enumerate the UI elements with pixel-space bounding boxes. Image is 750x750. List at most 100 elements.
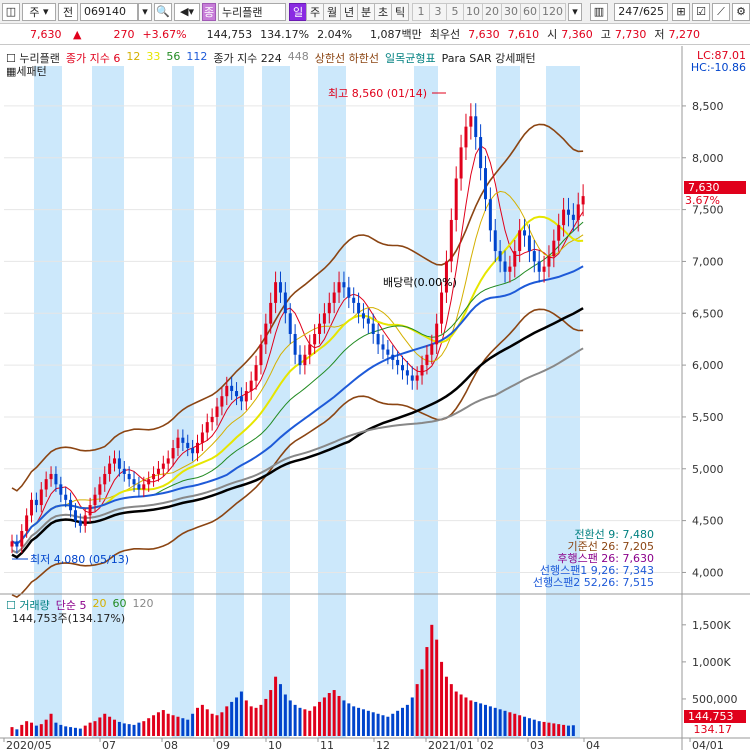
interval-5[interactable]: 5 bbox=[446, 2, 464, 21]
candle-body bbox=[34, 499, 38, 506]
candle-body bbox=[523, 230, 527, 236]
tab-month[interactable]: 월 bbox=[323, 2, 341, 21]
interval-10[interactable]: 10 bbox=[463, 2, 483, 21]
layout-icon[interactable]: ◫ bbox=[2, 2, 20, 21]
legend-para-sar[interactable]: Para SAR 강세패턴 bbox=[442, 50, 536, 66]
volume-bar bbox=[264, 698, 268, 736]
market-select[interactable]: 주 ▾ bbox=[22, 2, 56, 21]
calendar-icon[interactable]: ▦ bbox=[6, 65, 16, 78]
interval-3[interactable]: 3 bbox=[429, 2, 447, 21]
volume-bar bbox=[235, 697, 239, 736]
interval-60[interactable]: 60 bbox=[520, 2, 540, 21]
volume-bar bbox=[88, 722, 92, 736]
volume-bar bbox=[542, 721, 546, 736]
mode-select[interactable]: 전 bbox=[58, 2, 78, 21]
volume-current: 144,753주(134.17%) bbox=[12, 612, 126, 625]
legend-ma-label[interactable]: 종가 지수 6 bbox=[66, 50, 120, 66]
volume-bar bbox=[39, 724, 43, 736]
candle-body bbox=[39, 489, 43, 506]
check-icon[interactable]: ☑ bbox=[692, 2, 710, 21]
legend-ma12[interactable]: 12 bbox=[126, 50, 140, 66]
candle-body bbox=[186, 442, 190, 449]
tab-minute[interactable]: 분 bbox=[357, 2, 375, 21]
volume-bar bbox=[205, 709, 209, 736]
candle-body bbox=[54, 473, 58, 485]
page-total: /625 bbox=[639, 5, 664, 18]
candle-body bbox=[220, 396, 224, 407]
legend-ma56[interactable]: 56 bbox=[166, 50, 180, 66]
tab-year[interactable]: 년 bbox=[340, 2, 358, 21]
candle-body bbox=[98, 484, 102, 495]
volume-tick-label: 1,500K bbox=[692, 619, 731, 632]
volume-bar bbox=[239, 691, 243, 736]
candle-body bbox=[152, 473, 156, 480]
search-icon[interactable]: 🔍 bbox=[154, 2, 172, 21]
interval-dropdown-icon[interactable]: ▾ bbox=[568, 2, 582, 21]
volume-bar bbox=[381, 715, 385, 736]
volume-bar bbox=[537, 721, 541, 736]
volume-bar bbox=[166, 713, 170, 736]
volume-bar bbox=[293, 704, 297, 736]
interval-1[interactable]: 1 bbox=[412, 2, 430, 21]
volume-bar bbox=[503, 710, 507, 736]
candle-body bbox=[352, 297, 356, 303]
settings-icon[interactable]: ⚙ bbox=[732, 2, 750, 21]
interval-30[interactable]: 30 bbox=[501, 2, 521, 21]
dividend-annotation: 배당락(0.00%) bbox=[383, 276, 457, 289]
tab-tick[interactable]: 틱 bbox=[391, 2, 409, 21]
candle-body bbox=[132, 479, 136, 485]
candle-body bbox=[498, 251, 502, 262]
volume-bar bbox=[391, 713, 395, 736]
volume-bar bbox=[366, 710, 370, 736]
price-chart[interactable]: 4,0004,5005,0005,5006,0006,5007,0007,500… bbox=[0, 46, 750, 750]
candle-body bbox=[44, 479, 48, 490]
volume-bar bbox=[440, 661, 444, 736]
candle-body bbox=[581, 196, 585, 205]
volume-bar bbox=[479, 703, 483, 736]
volume-bar bbox=[171, 715, 175, 736]
volume-bar bbox=[483, 704, 487, 736]
tab-second[interactable]: 초 bbox=[374, 2, 392, 21]
volume-bar bbox=[430, 624, 434, 736]
stock-type-badge: 종 bbox=[202, 2, 216, 21]
candle-body bbox=[318, 323, 322, 334]
legend-ma224[interactable]: 종가 지수 224 bbox=[213, 50, 281, 66]
y-tick-label: 8,000 bbox=[692, 152, 724, 165]
volume-bar bbox=[210, 713, 214, 736]
volume-bar bbox=[10, 727, 14, 736]
legend-ma33[interactable]: 33 bbox=[146, 50, 160, 66]
volume-bar bbox=[83, 725, 87, 736]
stock-name-field[interactable]: 누리플랜 bbox=[218, 2, 286, 21]
interval-20[interactable]: 20 bbox=[482, 2, 502, 21]
date-tick-label: 10 bbox=[268, 739, 282, 750]
interval-120[interactable]: 120 bbox=[539, 2, 566, 21]
tab-week[interactable]: 주 bbox=[306, 2, 324, 21]
page-counter[interactable]: 247/625 bbox=[614, 2, 668, 21]
volume-bar bbox=[523, 716, 527, 736]
volume-bar bbox=[518, 715, 522, 736]
volume-ma120[interactable]: 120 bbox=[132, 597, 153, 613]
candle-body bbox=[449, 219, 453, 262]
code-input[interactable]: 069140 bbox=[80, 2, 138, 21]
grid-icon[interactable]: ⊞ bbox=[672, 2, 690, 21]
sound-icon[interactable]: ◀▾ bbox=[174, 2, 200, 21]
candle-body bbox=[566, 209, 570, 215]
candle-body bbox=[25, 515, 29, 531]
trend-icon[interactable]: ⟋ bbox=[712, 2, 730, 21]
legend-ichimoku[interactable]: 일목균형표 bbox=[385, 50, 436, 66]
candle-body bbox=[171, 448, 175, 459]
volume-bar bbox=[488, 706, 492, 736]
legend-ma448[interactable]: 448 bbox=[288, 50, 309, 66]
month-shade bbox=[496, 66, 520, 738]
legend-envelope[interactable]: 상한선 하한선 bbox=[315, 50, 379, 66]
legend-ma112[interactable]: 112 bbox=[186, 50, 207, 66]
candle-body bbox=[73, 510, 77, 521]
high-label: 고 bbox=[600, 28, 611, 41]
chart-type-icon[interactable]: ▥ bbox=[590, 2, 608, 21]
candle-body bbox=[20, 530, 24, 547]
tab-day[interactable]: 일 bbox=[289, 2, 307, 21]
trade-volume: 144,753 bbox=[206, 27, 253, 41]
code-dropdown-icon[interactable]: ▾ bbox=[138, 2, 152, 21]
price-summary-bar: 7,630 ▲ 270 +3.67% 144,753 134.17% 2.04%… bbox=[0, 24, 750, 45]
candle-body bbox=[493, 230, 497, 252]
